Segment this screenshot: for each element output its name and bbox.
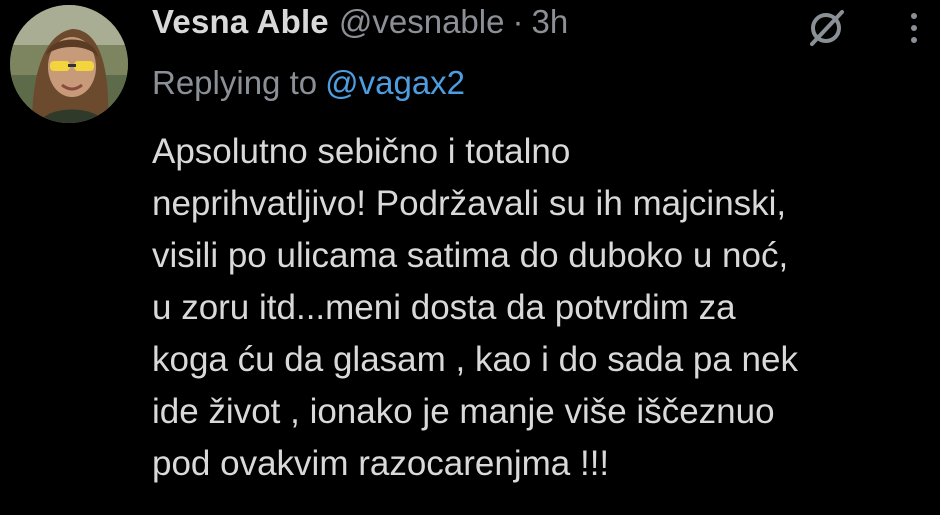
display-name[interactable]: Vesna Able	[152, 3, 329, 41]
tweet-header: Vesna Able @vesnable · 3h	[152, 3, 568, 47]
tweet-text-line: ide život , ionako je manje više iščeznu…	[152, 392, 775, 431]
reply-prefix: Replying to	[152, 64, 318, 101]
tweet-text-line: Apsolutno sebično i totalno	[152, 132, 571, 171]
tweet-text-line: pod ovakvim razocarenjma !!!	[152, 444, 610, 483]
reply-context: Replying to @vagax2	[152, 64, 465, 102]
tweet: Vesna Able @vesnable · 3h Replying to @va…	[0, 0, 940, 515]
avatar-photo	[10, 5, 128, 123]
more-vertical-icon[interactable]	[905, 8, 923, 48]
tweet-text-line: u zoru itd...meni dosta da potvrdim za	[152, 288, 736, 327]
grok-icon[interactable]	[802, 8, 850, 48]
avatar[interactable]	[10, 5, 128, 123]
tweet-text-line: neprihvatljivo! Podržavali su ih majcins…	[152, 184, 787, 223]
user-handle[interactable]: @vesnable	[339, 3, 505, 41]
reply-handle-link[interactable]: @vagax2	[325, 64, 465, 101]
timestamp[interactable]: 3h	[531, 3, 568, 41]
tweet-body: Apsolutno sebično i totalno neprihvatlji…	[152, 126, 932, 490]
separator-dot: ·	[512, 3, 524, 40]
tweet-text-line: visili po ulicama satima do duboko u noć…	[152, 236, 789, 275]
tweet-text-line: koga ću da glasam , kao i do sada pa nek	[152, 340, 798, 379]
